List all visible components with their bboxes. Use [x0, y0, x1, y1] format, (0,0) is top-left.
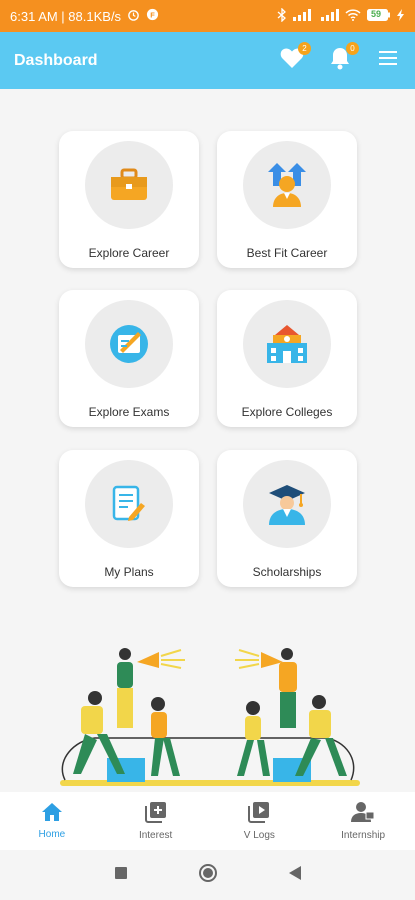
notifications-badge: 0	[346, 41, 359, 55]
app-bar: Dashboard 2 0	[0, 32, 415, 89]
nav-home[interactable]: Home	[0, 792, 104, 850]
plan-icon	[85, 460, 173, 548]
hamburger-menu-icon	[379, 51, 397, 70]
tile-scholarships[interactable]: Scholarships	[217, 450, 357, 587]
nav-label: Internship	[341, 830, 386, 841]
favorites-badge: 2	[298, 41, 311, 55]
nav-interest[interactable]: Interest	[104, 792, 208, 850]
tile-label: Explore Exams	[88, 405, 170, 419]
alarm-icon	[127, 8, 140, 24]
app-notification-icon: F	[146, 8, 159, 24]
nav-vlogs[interactable]: V Logs	[208, 792, 312, 850]
status-time: 6:31 AM | 88.1KB/s	[10, 8, 122, 24]
signal-icon	[293, 8, 315, 24]
tile-label: Scholarships	[252, 565, 322, 579]
battery-level: 59	[371, 8, 382, 19]
nav-label: Home	[38, 829, 66, 840]
charging-icon	[397, 8, 405, 24]
signal-icon-2	[321, 8, 339, 24]
tile-label: Explore Colleges	[241, 405, 333, 419]
nav-label: V Logs	[243, 830, 275, 841]
video-icon	[248, 801, 270, 826]
nav-internship[interactable]: Internship	[311, 792, 415, 850]
home-system-button[interactable]	[198, 863, 218, 888]
battery-icon: 59	[367, 8, 391, 24]
person-icon	[351, 801, 375, 826]
bottom-navigation: Home Interest V Logs Internship	[0, 792, 415, 850]
recent-apps-button[interactable]	[114, 866, 128, 885]
bluetooth-icon	[277, 6, 287, 25]
college-icon	[243, 300, 331, 388]
add-box-icon	[144, 801, 167, 826]
tile-label: Explore Career	[88, 246, 170, 260]
back-button[interactable]	[288, 865, 302, 886]
exam-icon	[85, 300, 173, 388]
tug-of-war-illustration	[55, 640, 365, 792]
tile-my-plans[interactable]: My Plans	[59, 450, 199, 587]
career-growth-icon	[243, 141, 331, 229]
menu-button[interactable]	[375, 48, 401, 74]
tile-explore-exams[interactable]: Explore Exams	[59, 290, 199, 427]
nav-label: Interest	[138, 830, 173, 841]
notifications-button[interactable]: 0	[327, 41, 359, 74]
tile-label: Best Fit Career	[246, 246, 328, 260]
status-bar: 6:31 AM | 88.1KB/s F 59	[0, 0, 415, 32]
briefcase-icon	[85, 141, 173, 229]
favorites-button[interactable]: 2	[279, 41, 311, 74]
page-title: Dashboard	[14, 51, 98, 69]
graduate-icon	[243, 460, 331, 548]
tile-explore-colleges[interactable]: Explore Colleges	[217, 290, 357, 427]
home-icon	[41, 802, 63, 825]
tile-explore-career[interactable]: Explore Career	[59, 131, 199, 268]
svg-text:F: F	[150, 10, 155, 19]
wifi-icon	[345, 8, 361, 24]
system-navigation-bar	[0, 850, 415, 900]
tile-label: My Plans	[104, 565, 154, 579]
tile-best-fit-career[interactable]: Best Fit Career	[217, 131, 357, 268]
